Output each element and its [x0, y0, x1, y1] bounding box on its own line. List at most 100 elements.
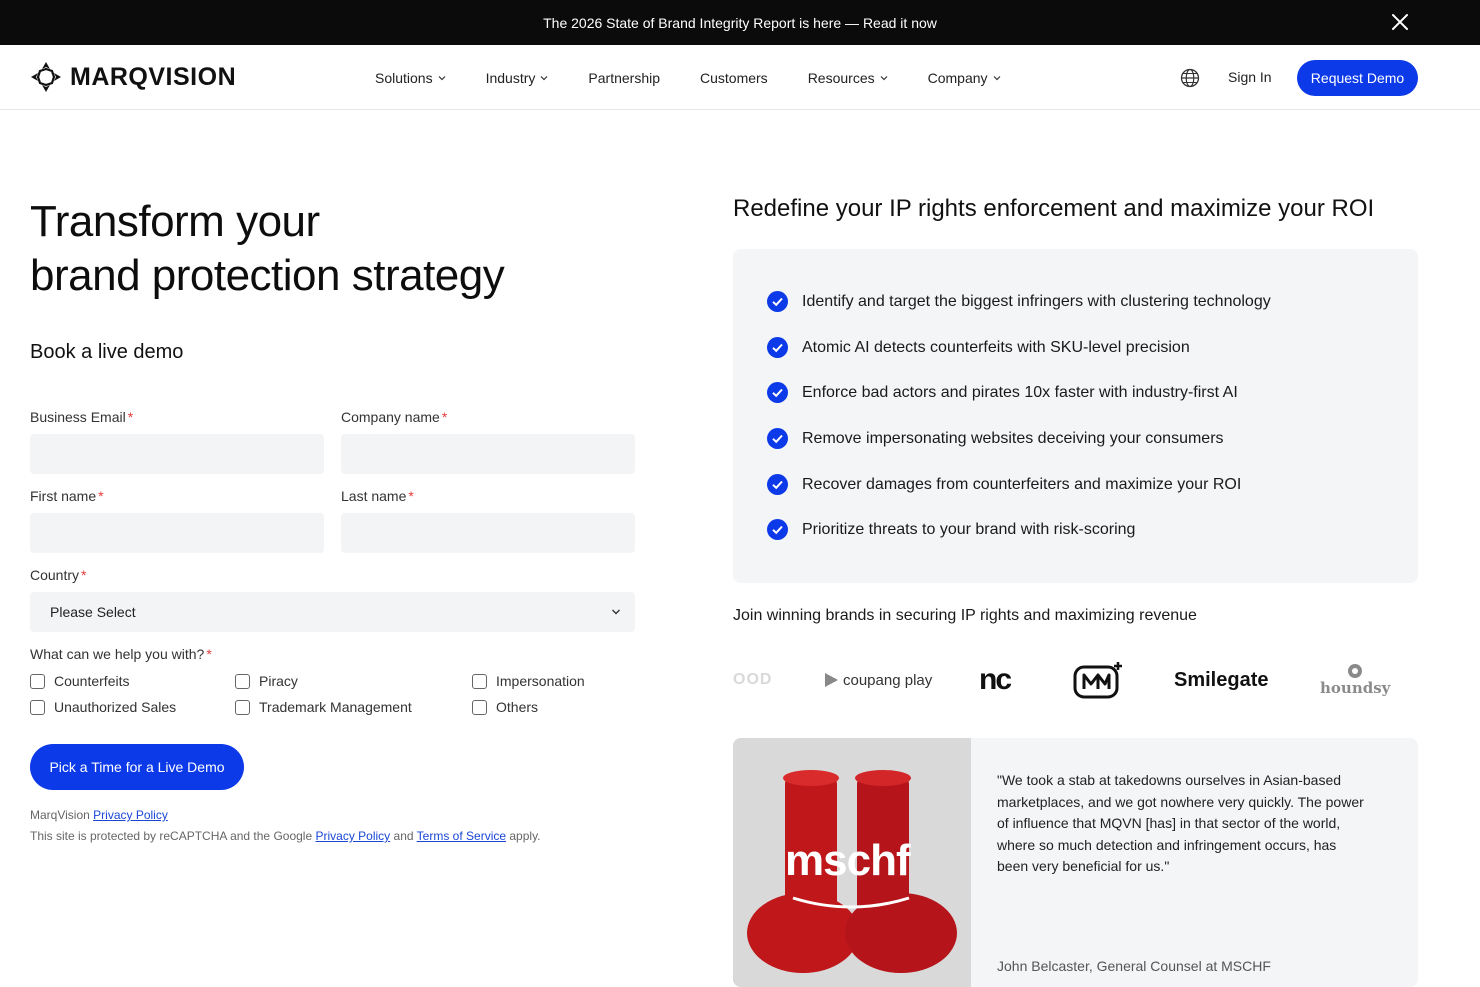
check-circle-icon — [767, 474, 788, 495]
checkbox-impersonation[interactable]: Impersonation — [472, 673, 585, 689]
benefit-item: Prioritize threats to your brand with ri… — [767, 519, 1135, 540]
checkbox-label: Impersonation — [496, 673, 585, 689]
first-name-label: First name * — [30, 488, 104, 504]
nav-company[interactable]: Company — [928, 70, 1001, 86]
nav-label: Partnership — [588, 69, 660, 86]
chevron-down-icon — [438, 75, 446, 80]
privacy-notice: MarqVision Privacy Policy — [30, 808, 168, 822]
checkbox-label: Unauthorized Sales — [54, 699, 177, 715]
logo[interactable]: MARQVISION — [30, 61, 236, 93]
nav-customers[interactable]: Customers — [700, 70, 768, 86]
fine-text: MarqVision — [30, 808, 90, 822]
benefit-text: Atomic AI detects counterfeits with SKU-… — [802, 338, 1190, 356]
testimonial-image: mschf — [733, 738, 971, 987]
chevron-down-icon — [612, 609, 620, 615]
pick-time-button[interactable]: Pick a Time for a Live Demo — [30, 744, 244, 790]
announcement-text[interactable]: The 2026 State of Brand Integrity Report… — [543, 15, 937, 31]
brand-logo-text: houndsy — [1320, 679, 1391, 697]
brand-logo-coupang-play: coupang play — [823, 655, 932, 705]
required-mark: * — [206, 646, 212, 662]
label-text: First name — [30, 488, 97, 504]
brand-logo-text: coupang play — [843, 671, 933, 689]
company-name-field[interactable] — [341, 434, 635, 474]
announcement-bar[interactable]: The 2026 State of Brand Integrity Report… — [0, 0, 1480, 45]
brand-logo-text: nc — [979, 663, 1012, 696]
nav-label: Solutions — [375, 69, 433, 86]
houndsy-mark-icon — [1348, 664, 1363, 678]
benefit-item: Enforce bad actors and pirates 10x faste… — [767, 382, 1238, 403]
country-select[interactable]: Please Select — [30, 592, 635, 632]
benefit-text: Identify and target the biggest infringe… — [802, 292, 1271, 310]
recaptcha-notice: This site is protected by reCAPTCHA and … — [30, 829, 541, 843]
testimonial-author: John Belcaster, General Counsel at MSCHF — [997, 958, 1271, 974]
marqvision-logo-icon — [31, 62, 61, 92]
label-text: What can we help you with? — [30, 646, 205, 662]
country-label: Country * — [30, 567, 86, 583]
nav-label: Industry — [485, 69, 536, 86]
brand-logo-houndsy: houndsy — [1320, 655, 1390, 705]
required-mark: * — [127, 409, 134, 425]
checkbox-box[interactable] — [472, 699, 487, 715]
privacy-policy-link[interactable]: Privacy Policy — [93, 808, 168, 822]
first-name-field[interactable] — [30, 513, 324, 553]
checkbox-box[interactable] — [30, 699, 45, 715]
fine-text: This site is protected by reCAPTCHA and … — [30, 829, 313, 843]
nav-solutions[interactable]: Solutions — [375, 70, 446, 86]
benefit-text: Recover damages from counterfeiters and … — [802, 475, 1242, 493]
brand-logo-nc: nc — [979, 655, 1012, 705]
terms-of-service-link[interactable]: Terms of Service — [417, 829, 506, 843]
last-name-field[interactable] — [341, 513, 635, 553]
benefit-text: Remove impersonating websites deceiving … — [802, 429, 1224, 447]
help-label: What can we help you with? * — [30, 646, 212, 662]
checkbox-label: Counterfeits — [54, 673, 130, 689]
check-circle-icon — [767, 519, 788, 540]
check-circle-icon — [767, 382, 788, 403]
request-demo-button[interactable]: Request Demo — [1297, 60, 1418, 96]
label-text: Company name — [341, 409, 440, 425]
brand-logo-m-plus — [1073, 655, 1125, 705]
check-circle-icon — [767, 337, 788, 358]
google-privacy-policy-link[interactable]: Privacy Policy — [315, 829, 390, 843]
country-select-value: Please Select — [50, 604, 136, 620]
last-name-label: Last name * — [341, 488, 414, 504]
benefit-text: Prioritize threats to your brand with ri… — [802, 520, 1136, 538]
checkbox-label: Others — [496, 699, 539, 715]
brand-logos-strip: OOD coupang play nc Smilegate houndsy — [733, 655, 1418, 705]
label-text: Business Email — [30, 409, 126, 425]
checkbox-unauthorized-sales[interactable]: Unauthorized Sales — [30, 699, 176, 715]
check-circle-icon — [767, 291, 788, 312]
checkbox-box[interactable] — [235, 699, 250, 715]
benefit-item: Remove impersonating websites deceiving … — [767, 428, 1224, 449]
nav-industry[interactable]: Industry — [486, 70, 549, 86]
brand-logo-text: OOD — [733, 671, 773, 688]
checkbox-piracy[interactable]: Piracy — [235, 673, 298, 689]
brand-logo-ood: OOD — [733, 655, 772, 705]
checkbox-label: Trademark Management — [259, 699, 412, 715]
checkbox-box[interactable] — [30, 673, 45, 689]
sign-in-link[interactable]: Sign In — [1228, 69, 1272, 85]
hero-title-line-2: brand protection strategy — [30, 251, 505, 300]
required-mark: * — [441, 409, 448, 425]
checkbox-trademark-management[interactable]: Trademark Management — [235, 699, 412, 715]
benefits-title: Redefine your IP rights enforcement and … — [733, 195, 1375, 222]
nav-label: Customers — [700, 69, 768, 86]
logo-text: MARQVISION — [70, 62, 237, 91]
checkbox-others[interactable]: Others — [472, 699, 538, 715]
site-header: MARQVISION Solutions Industry Partnershi… — [0, 45, 1480, 110]
checkbox-counterfeits[interactable]: Counterfeits — [30, 673, 129, 689]
main-nav: Solutions Industry Partnership Customers… — [375, 45, 1041, 110]
nav-partnership[interactable]: Partnership — [588, 70, 660, 86]
mschf-logo-text: mschf — [785, 836, 911, 885]
globe-icon[interactable] — [1180, 68, 1200, 88]
m-plus-logo-icon — [1073, 662, 1122, 699]
brands-heading: Join winning brands in securing IP right… — [733, 607, 1197, 624]
benefit-item: Identify and target the biggest infringe… — [767, 291, 1271, 312]
business-email-field[interactable] — [30, 434, 324, 474]
checkbox-box[interactable] — [472, 673, 487, 689]
close-icon[interactable] — [1390, 12, 1410, 32]
required-mark: * — [98, 488, 104, 504]
checkbox-box[interactable] — [235, 673, 250, 689]
testimonial-card: mschf "We took a stab at takedowns ourse… — [733, 738, 1418, 987]
nav-resources[interactable]: Resources — [808, 70, 888, 86]
company-name-label: Company name * — [341, 409, 447, 425]
